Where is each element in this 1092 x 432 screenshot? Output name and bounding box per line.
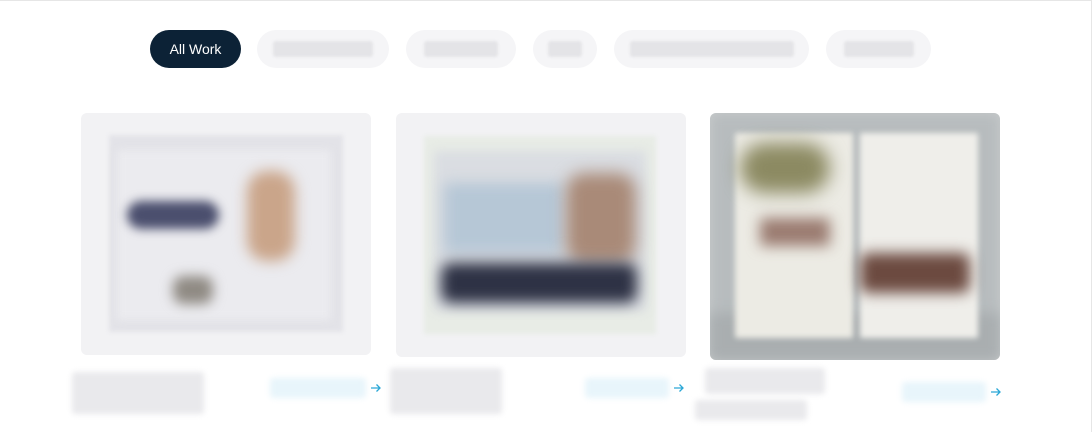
link-label-redacted: [270, 378, 366, 398]
thumbnail-image: [173, 276, 213, 304]
filter-chip-label-redacted: [629, 41, 794, 57]
work-card-2-title-redacted: [390, 368, 502, 414]
thumbnail-person: [566, 173, 636, 263]
work-card-2-link[interactable]: [585, 378, 685, 398]
thumbnail-bar: [441, 263, 637, 303]
link-label-redacted: [585, 378, 669, 398]
thumbnail-leaf: [740, 143, 830, 193]
arrow-right-icon: [674, 384, 684, 392]
work-card-1-link[interactable]: [270, 378, 382, 398]
filter-chip-label: All Work: [169, 41, 222, 57]
filter-chip[interactable]: [257, 30, 389, 68]
filter-chip[interactable]: [826, 30, 931, 68]
work-card-thumbnail: [710, 113, 1000, 360]
thumbnail-page-right: [860, 133, 978, 338]
arrow-right-icon: [991, 388, 1001, 396]
link-label-redacted: [902, 382, 986, 402]
work-card-3-title-redacted: [705, 368, 825, 394]
work-card-1[interactable]: [81, 113, 371, 355]
arrow-right-icon: [371, 384, 381, 392]
thumbnail-product: [860, 253, 970, 293]
filter-chip[interactable]: [614, 30, 809, 68]
work-card-3-subtitle-redacted: [695, 400, 807, 420]
work-card-3[interactable]: [710, 113, 1000, 360]
work-card-3-link[interactable]: [902, 382, 1002, 402]
thumbnail-title-shape: [760, 218, 830, 246]
work-card-thumbnail: [81, 113, 371, 355]
work-card-thumbnail: [396, 113, 686, 357]
thumbnail-image: [444, 183, 564, 253]
filter-chip[interactable]: [406, 30, 516, 68]
thumbnail-screen: [117, 150, 331, 320]
filter-chip-label-redacted: [424, 41, 498, 57]
work-card-2[interactable]: [396, 113, 686, 357]
thumbnail-person: [247, 171, 295, 261]
filter-chip-label-redacted: [843, 41, 914, 57]
filter-chip-all-work[interactable]: All Work: [150, 30, 241, 68]
filter-chip-label-redacted: [273, 41, 373, 57]
work-card-1-title-redacted: [72, 372, 204, 414]
filter-chip[interactable]: [533, 30, 597, 68]
thumbnail-button-shape: [127, 201, 219, 229]
filter-chip-label-redacted: [548, 41, 582, 57]
